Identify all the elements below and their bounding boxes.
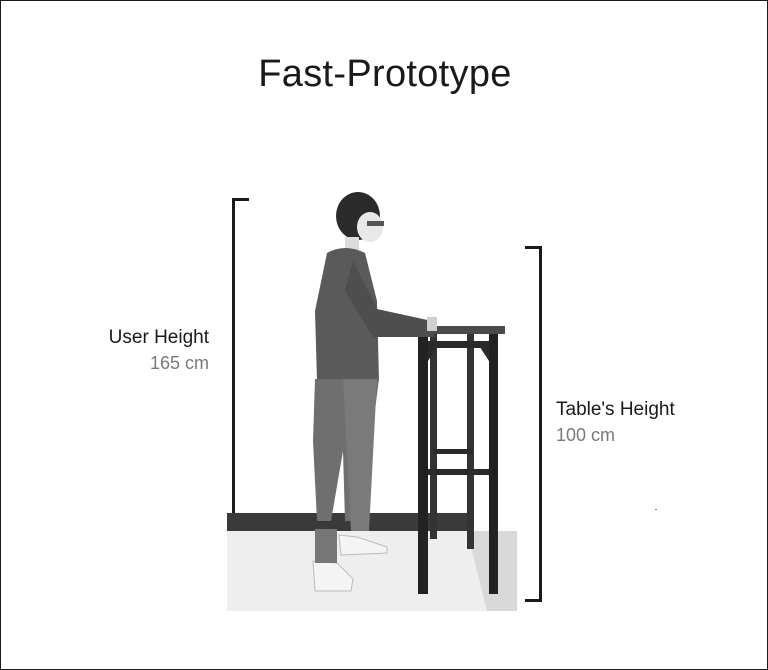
table-height-name: Table's Height [556,399,675,420]
figure-title: Fast-Prototype [258,53,512,95]
figure-frame: Fast-Prototype User Height 165 cm Table'… [0,0,768,670]
user-height-name: User Height [108,327,209,348]
photo-scene [227,192,517,611]
user-height-label: User Height 165 cm [97,325,209,376]
table-height-bracket [525,246,542,602]
table-height-label: Table's Height 100 cm [556,397,675,448]
speck-mark [655,509,657,510]
table-height-value: 100 cm [556,425,616,445]
user-height-value: 165 cm [149,353,209,373]
